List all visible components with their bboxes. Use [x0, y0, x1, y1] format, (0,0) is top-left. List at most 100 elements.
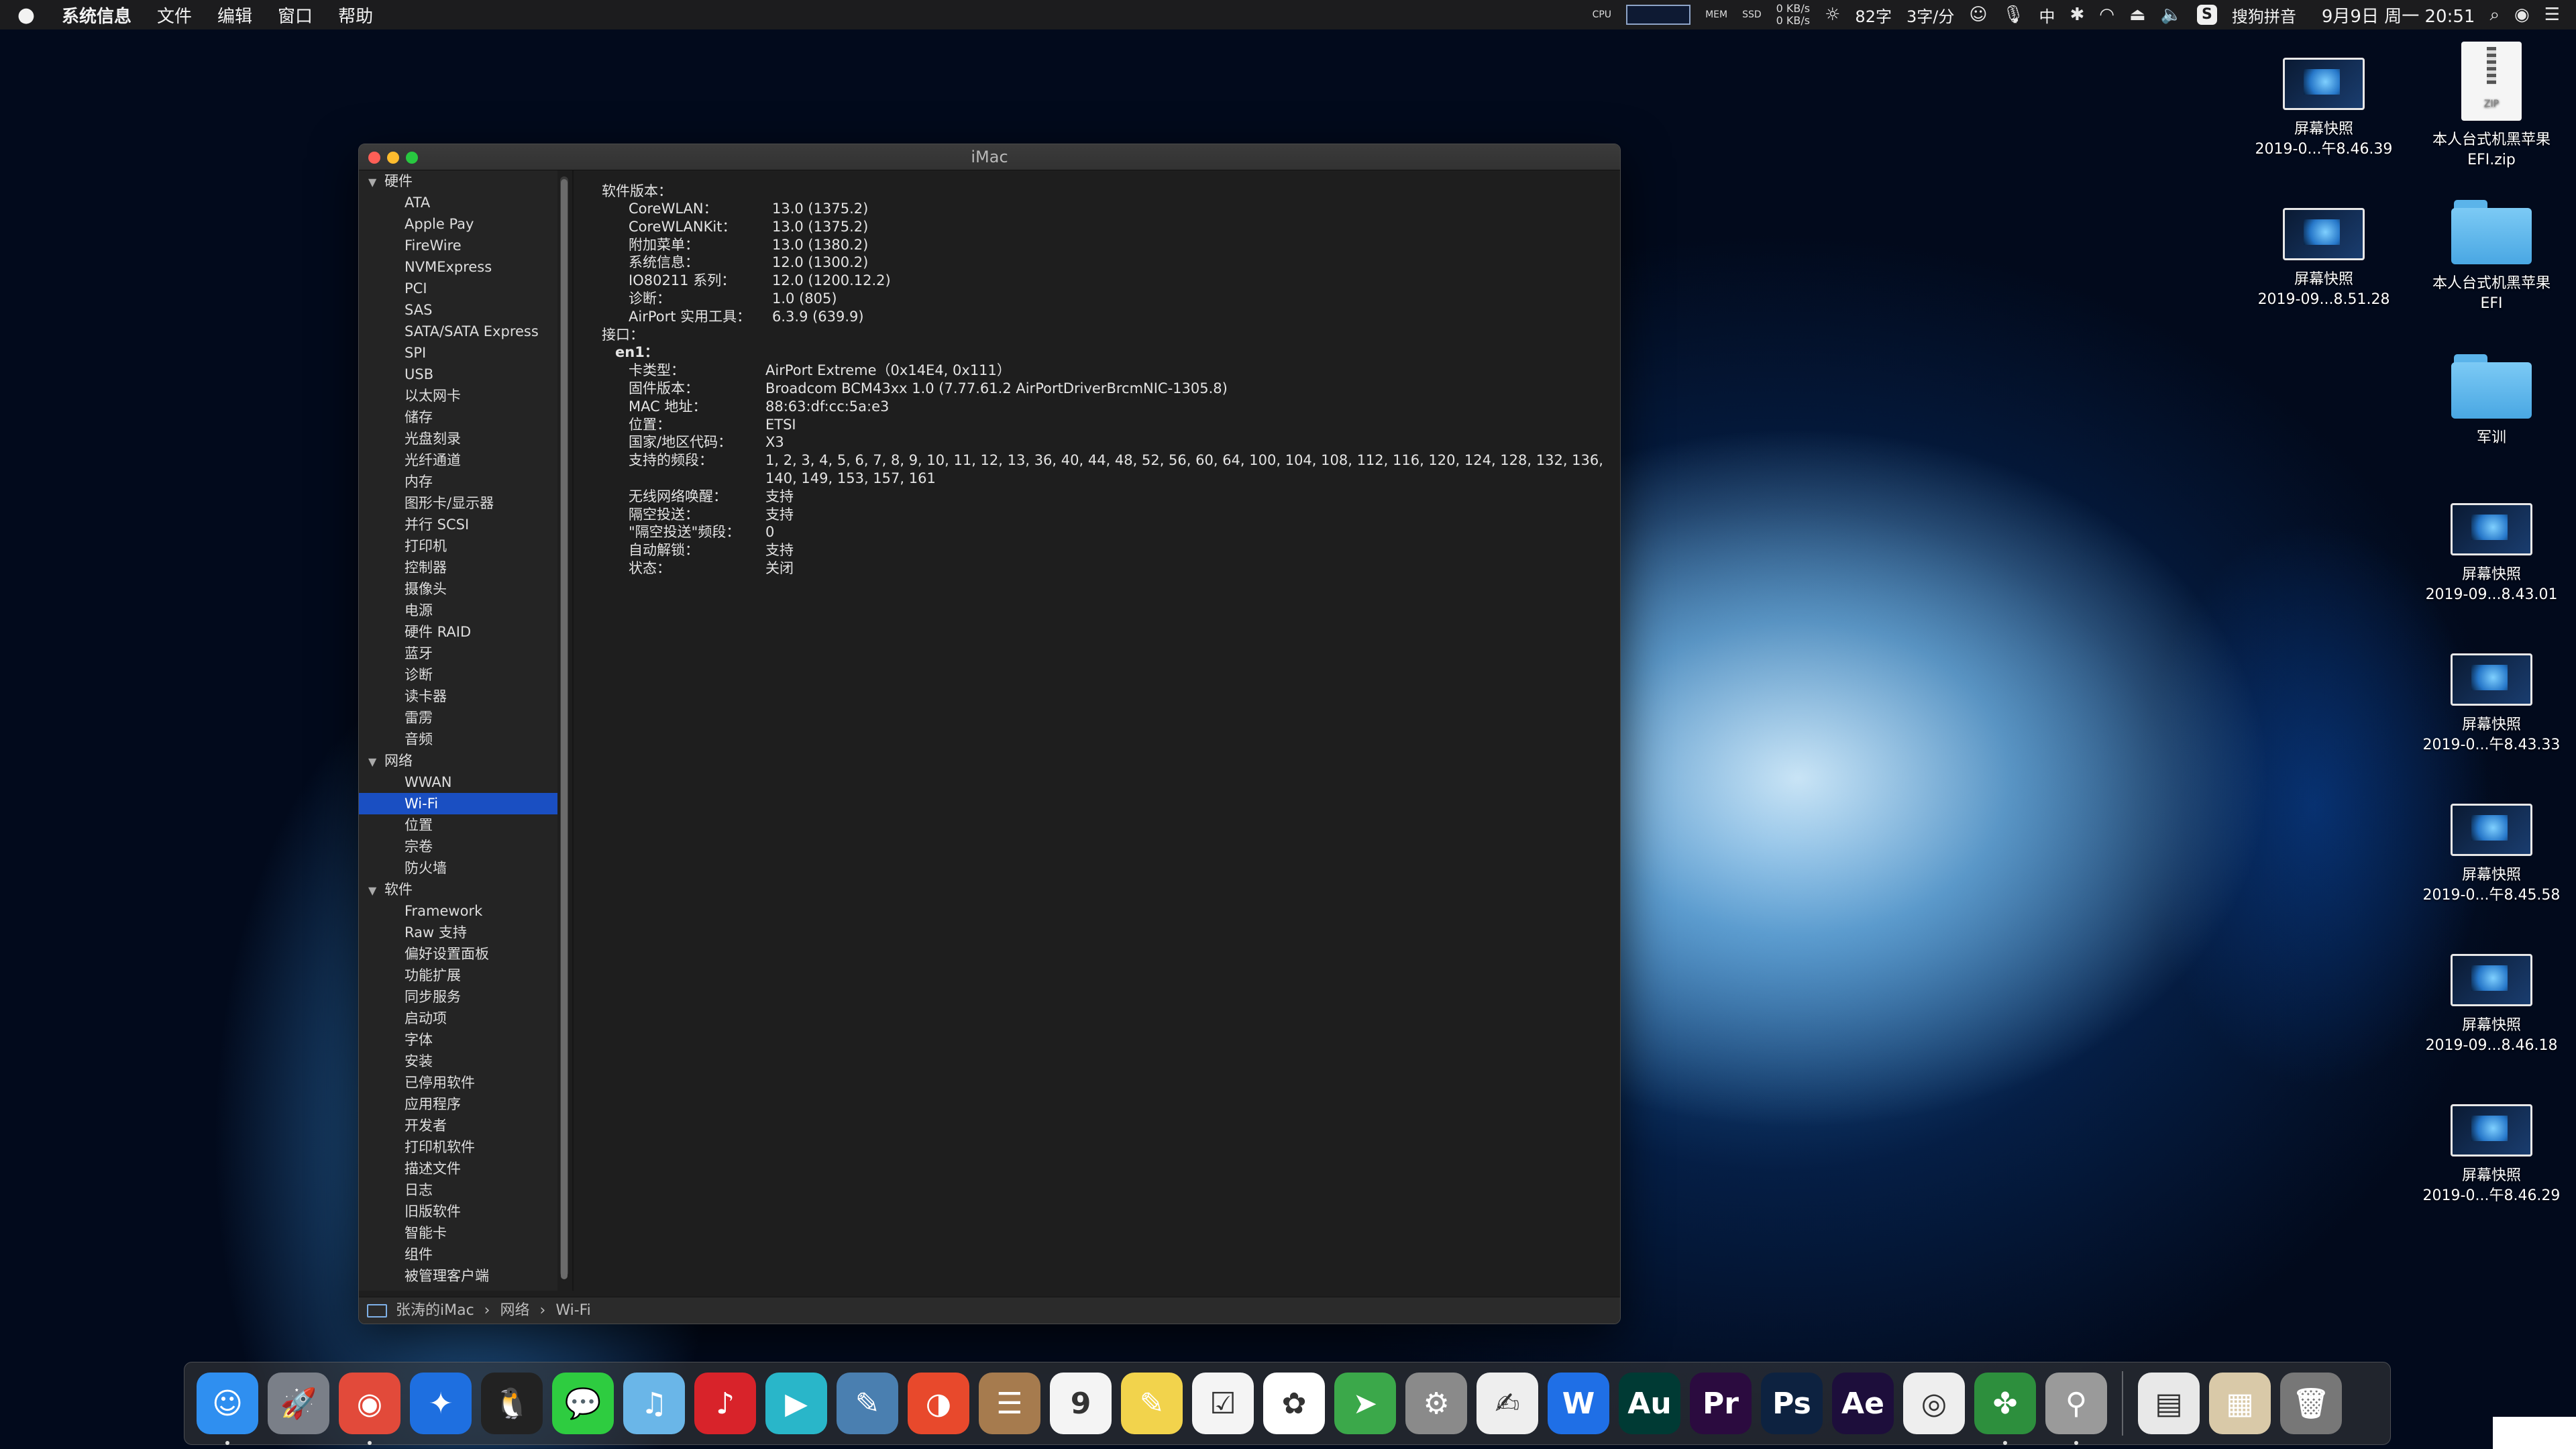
- sidebar-item[interactable]: 位置: [359, 814, 557, 836]
- sidebar-section[interactable]: ▼ 网络: [359, 750, 557, 771]
- sidebar-item[interactable]: 诊断: [359, 664, 557, 686]
- system-preferences-icon[interactable]: ⚙: [1405, 1373, 1467, 1434]
- sidebar-item[interactable]: 光纤通道: [359, 449, 557, 471]
- sidebar-item[interactable]: NVMExpress: [359, 256, 557, 278]
- wechat-icon[interactable]: 💬: [552, 1373, 614, 1434]
- sidebar-item[interactable]: 音频: [359, 729, 557, 750]
- sidebar-item[interactable]: 图形卡/显示器: [359, 492, 557, 514]
- notification-center-icon[interactable]: ☰: [2544, 5, 2560, 25]
- clover-icon[interactable]: ✤: [1974, 1373, 2036, 1445]
- sidebar-item[interactable]: 被管理客户端: [359, 1265, 557, 1287]
- sidebar-item[interactable]: SPI: [359, 342, 557, 364]
- sidebar-item[interactable]: 读卡器: [359, 686, 557, 707]
- reminders-icon[interactable]: ☑: [1192, 1373, 1254, 1434]
- app-menu[interactable]: 系统信息: [62, 3, 131, 28]
- volume-icon[interactable]: 🔈: [2161, 5, 2182, 25]
- sidebar-item[interactable]: 摄像头: [359, 578, 557, 600]
- sidebar-item[interactable]: Raw 支持: [359, 922, 557, 943]
- sidebar-item[interactable]: 内存: [359, 471, 557, 492]
- apple-menu-icon[interactable]: ●: [16, 3, 36, 27]
- desktop-item-screenshot[interactable]: 屏幕快照 2019-0...午8.45.58: [2404, 804, 2576, 906]
- menu-edit[interactable]: 编辑: [217, 3, 252, 28]
- sidebar-section[interactable]: ▼ 软件: [359, 879, 557, 900]
- kext-utility-icon[interactable]: ⚲: [2045, 1373, 2107, 1445]
- path-network[interactable]: 网络: [500, 1302, 529, 1319]
- photoshop-icon[interactable]: Ps: [1761, 1373, 1823, 1434]
- desktop-item-screenshot[interactable]: 屏幕快照 2019-0...午8.46.39: [2237, 58, 2411, 160]
- brightness-icon[interactable]: ☼: [1825, 5, 1840, 25]
- desktop-item-screenshot[interactable]: 屏幕快照 2019-09...8.46.18: [2404, 954, 2576, 1056]
- desktop-item-screenshot[interactable]: 屏幕快照 2019-0...午8.46.29: [2404, 1104, 2576, 1206]
- audition-icon[interactable]: Au: [1619, 1373, 1680, 1434]
- downloads-stack-icon[interactable]: ▦: [2209, 1373, 2271, 1434]
- video-player-icon[interactable]: ▶: [765, 1373, 827, 1434]
- ime-char[interactable]: 中: [2039, 3, 2055, 27]
- documents-stack-icon[interactable]: ▤: [2138, 1373, 2200, 1434]
- wps-icon[interactable]: W: [1548, 1373, 1609, 1434]
- sidebar-item[interactable]: 安装: [359, 1051, 557, 1072]
- sidebar-item[interactable]: 开发者: [359, 1115, 557, 1136]
- menu-file[interactable]: 文件: [157, 3, 192, 28]
- sidebar-item[interactable]: 组件: [359, 1244, 557, 1265]
- desktop-item-folder[interactable]: 本人台式机黑苹果 EFI: [2404, 200, 2576, 314]
- netease-music-icon[interactable]: ♪: [694, 1373, 756, 1434]
- sidebar-item[interactable]: 雷雳: [359, 707, 557, 729]
- sidebar-item[interactable]: Framework: [359, 900, 557, 922]
- sidebar-item[interactable]: 旧版软件: [359, 1201, 557, 1222]
- desktop-item-screenshot[interactable]: 屏幕快照 2019-0...午8.43.33: [2404, 653, 2576, 755]
- sidebar-item[interactable]: 智能卡: [359, 1222, 557, 1244]
- sidebar-item[interactable]: Apple Pay: [359, 213, 557, 235]
- emoji-icon[interactable]: ☺: [1969, 5, 1987, 25]
- sidebar-section[interactable]: ▼ 硬件: [359, 170, 557, 192]
- cpu-graph[interactable]: [1626, 5, 1691, 25]
- disclosure-triangle-icon[interactable]: ▼: [368, 751, 384, 773]
- contacts-icon[interactable]: ☰: [979, 1373, 1040, 1434]
- disclosure-triangle-icon[interactable]: ▼: [368, 880, 384, 902]
- clock[interactable]: 9月9日 周一 20:51: [2322, 3, 2475, 28]
- baidu-disk-icon[interactable]: ◑: [908, 1373, 969, 1434]
- microphone-icon[interactable]: 🎙: [2002, 5, 2024, 25]
- brightness-value[interactable]: 82字: [1855, 3, 1892, 27]
- sidebar-item[interactable]: 已停用软件: [359, 1072, 557, 1093]
- sidebar-item[interactable]: 打印机: [359, 535, 557, 557]
- trash-icon[interactable]: 🗑: [2280, 1373, 2342, 1434]
- zoom-button[interactable]: [406, 152, 418, 164]
- sidebar-item[interactable]: 储存: [359, 407, 557, 428]
- bluetooth-icon[interactable]: ✱: [2070, 5, 2084, 25]
- sidebar-item[interactable]: 描述文件: [359, 1158, 557, 1179]
- desktop-item-screenshot[interactable]: 屏幕快照 2019-09...8.51.28: [2237, 208, 2411, 310]
- input-method[interactable]: 搜狗拼音: [2232, 3, 2296, 27]
- sidebar-item[interactable]: 硬件 RAID: [359, 621, 557, 643]
- sidebar-item[interactable]: 日志: [359, 1179, 557, 1201]
- wifi-icon[interactable]: ◠: [2099, 5, 2114, 25]
- sidebar-scrollbar-thumb[interactable]: [561, 179, 568, 1279]
- qq-music-icon[interactable]: ♫: [623, 1373, 685, 1434]
- premiere-icon[interactable]: Pr: [1690, 1373, 1752, 1434]
- notes-icon[interactable]: ✎: [1121, 1373, 1183, 1434]
- safari-icon[interactable]: ✦: [410, 1373, 472, 1434]
- sidebar-item[interactable]: SATA/SATA Express: [359, 321, 557, 342]
- disclosure-triangle-icon[interactable]: ▼: [368, 172, 384, 193]
- sidebar-item[interactable]: 并行 SCSI: [359, 514, 557, 535]
- network-speed[interactable]: 0 KB/s 0 KB/s: [1776, 3, 1810, 27]
- sidebar-item[interactable]: Wi-Fi: [359, 793, 557, 814]
- sidebar-item[interactable]: 宗卷: [359, 836, 557, 857]
- qq-icon[interactable]: 🐧: [481, 1373, 543, 1434]
- sidebar-item[interactable]: SAS: [359, 299, 557, 321]
- sidebar-item[interactable]: PCI: [359, 278, 557, 299]
- webcam-icon[interactable]: ◎: [1903, 1373, 1965, 1434]
- after-effects-icon[interactable]: Ae: [1832, 1373, 1894, 1434]
- typing-speed[interactable]: 3字/分: [1907, 3, 1954, 27]
- textedit-icon[interactable]: ✍: [1477, 1373, 1538, 1434]
- sidebar-item[interactable]: 控制器: [359, 557, 557, 578]
- sidebar-item[interactable]: 蓝牙: [359, 643, 557, 664]
- siri-icon[interactable]: ◉: [2514, 5, 2530, 25]
- sidebar-item[interactable]: 偏好设置面板: [359, 943, 557, 965]
- sidebar-item[interactable]: 光盘刻录: [359, 428, 557, 449]
- menu-help[interactable]: 帮助: [338, 3, 373, 28]
- menu-window[interactable]: 窗口: [278, 3, 313, 28]
- finder-icon[interactable]: ☺: [197, 1373, 258, 1445]
- sidebar-item[interactable]: 同步服务: [359, 986, 557, 1008]
- spotlight-icon[interactable]: ⌕: [2489, 5, 2500, 25]
- title-bar[interactable]: iMac: [359, 144, 1620, 170]
